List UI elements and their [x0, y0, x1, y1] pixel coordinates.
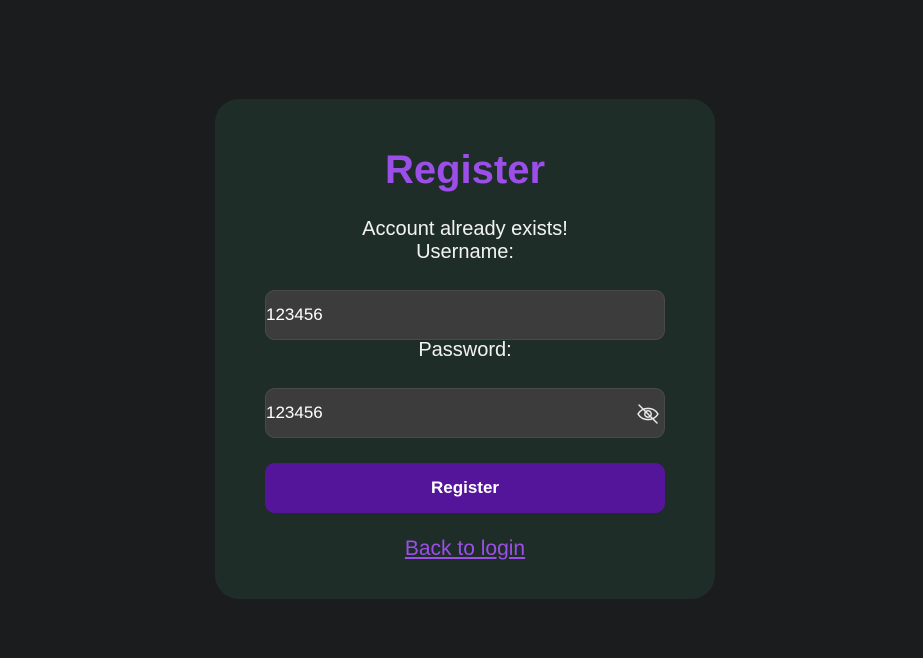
status-message: Account already exists!	[362, 218, 568, 240]
register-card: Register Account already exists! Usernam…	[215, 99, 715, 599]
username-field-wrapper	[265, 290, 665, 340]
page-title: Register	[384, 148, 546, 192]
username-label: Username:	[416, 241, 514, 263]
username-input[interactable]	[266, 291, 664, 339]
password-field-wrapper	[265, 388, 665, 438]
eye-off-icon[interactable]	[636, 402, 660, 426]
password-input[interactable]	[266, 389, 664, 437]
back-link-row: Back to login	[215, 537, 715, 561]
password-label: Password:	[418, 339, 512, 361]
register-button[interactable]: Register	[265, 463, 665, 513]
back-to-login-link[interactable]: Back to login	[405, 537, 525, 560]
